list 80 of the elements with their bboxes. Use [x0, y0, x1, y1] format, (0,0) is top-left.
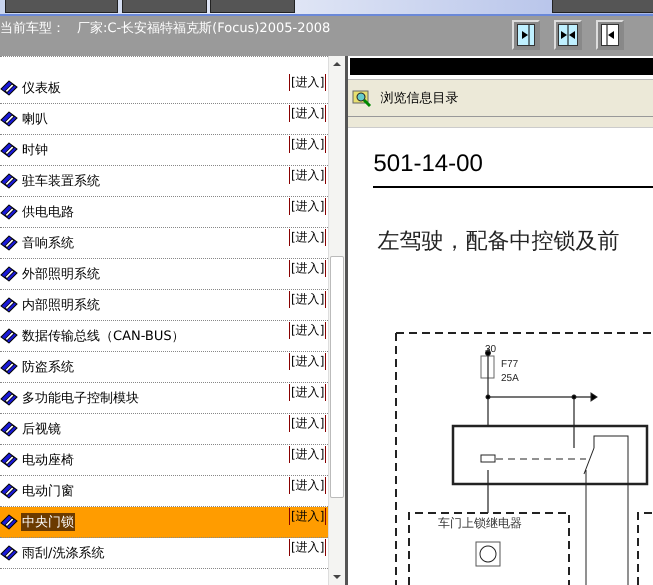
system-name: 中央门锁	[21, 513, 75, 531]
fuse-name: F77	[501, 359, 519, 370]
book-icon	[0, 514, 18, 530]
system-name: 后视镜	[21, 421, 62, 438]
system-item[interactable]: 仪表板 [进入]	[0, 73, 328, 104]
model-value: 厂家:C-长安福特福克斯(Focus)2005-2008	[77, 20, 330, 37]
system-name: 喇叭	[21, 111, 49, 128]
enter-link[interactable]: [进入]	[289, 198, 326, 215]
enter-link[interactable]: [进入]	[289, 229, 326, 246]
book-icon	[0, 390, 18, 406]
book-icon	[0, 297, 18, 313]
system-item[interactable]: 中央门锁 [进入]	[0, 507, 328, 538]
book-icon	[0, 421, 18, 437]
system-name: 防盗系统	[21, 359, 75, 376]
system-name: 电动座椅	[21, 452, 75, 469]
system-name: 多功能电子控制模块	[21, 390, 140, 407]
system-name: 数据传输总线（CAN-BUS）	[21, 328, 186, 345]
book-icon	[0, 173, 18, 189]
book-icon	[0, 80, 18, 96]
enter-link[interactable]: [进入]	[289, 291, 326, 308]
system-name: 雨刮/洗涤系统	[21, 545, 106, 562]
book-icon	[0, 359, 18, 375]
system-name: 音响系统	[21, 235, 75, 252]
system-item[interactable]: 防盗系统 [进入]	[0, 352, 328, 383]
enter-link[interactable]: [进入]	[289, 415, 326, 432]
collapse-left-button[interactable]	[596, 20, 624, 50]
enter-link[interactable]: [进入]	[289, 136, 326, 153]
toolbar-label[interactable]: 浏览信息目录	[380, 89, 458, 107]
book-icon	[0, 328, 18, 344]
system-item[interactable]: 时钟 [进入]	[0, 135, 328, 166]
system-item[interactable]: 数据传输总线（CAN-BUS） [进入]	[0, 321, 328, 352]
system-name: 供电电路	[21, 204, 75, 221]
document-title: 左驾驶，配备中控锁及前	[376, 228, 620, 256]
system-item[interactable]: 内部照明系统 [进入]	[0, 290, 328, 321]
system-name: 时钟	[21, 142, 49, 159]
book-icon	[0, 452, 18, 468]
document-code: 501-14-00	[373, 150, 653, 188]
system-name: 仪表板	[21, 80, 62, 97]
system-name: 驻车装置系统	[21, 173, 101, 190]
system-item[interactable]: 外部照明系统 [进入]	[0, 259, 328, 290]
system-item[interactable]: 多功能电子控制模块 [进入]	[0, 383, 328, 414]
enter-link[interactable]: [进入]	[289, 322, 326, 339]
model-label: 当前车型：	[0, 20, 65, 37]
relay-label: 车门上锁继电器	[438, 516, 522, 530]
system-item[interactable]: 雨刮/洗涤系统 [进入]	[0, 538, 328, 569]
book-icon	[0, 483, 18, 499]
book-icon	[0, 111, 18, 127]
enter-link[interactable]: [进入]	[289, 477, 326, 494]
split-button[interactable]	[554, 20, 582, 50]
enter-link[interactable]: [进入]	[289, 384, 326, 401]
system-name: 电动门窗	[21, 483, 75, 500]
fuse-rating: 25A	[501, 373, 520, 384]
system-item[interactable]: 后视镜 [进入]	[0, 414, 328, 445]
enter-link[interactable]: [进入]	[289, 508, 326, 525]
scrollbar[interactable]	[328, 56, 346, 585]
enter-link[interactable]: [进入]	[289, 539, 326, 556]
enter-link[interactable]: [进入]	[289, 167, 326, 184]
book-icon	[0, 266, 18, 282]
book-icon	[0, 204, 18, 220]
system-item[interactable]: 音响系统 [进入]	[0, 228, 328, 259]
book-icon	[0, 235, 18, 251]
enter-link[interactable]: [进入]	[289, 105, 326, 122]
system-item[interactable]: 供电电路 [进入]	[0, 197, 328, 228]
book-icon	[0, 545, 18, 561]
system-name: 内部照明系统	[21, 297, 101, 314]
system-item[interactable]: 驻车装置系统 [进入]	[0, 166, 328, 197]
enter-link[interactable]: [进入]	[289, 74, 326, 91]
arrow-right-icon	[517, 24, 535, 46]
enter-link[interactable]: [进入]	[289, 260, 326, 277]
enter-link[interactable]: [进入]	[289, 446, 326, 463]
folder-search-icon	[352, 88, 372, 108]
collapse-right-button[interactable]	[512, 20, 540, 50]
enter-link[interactable]: [进入]	[289, 353, 326, 370]
split-arrows-icon	[558, 24, 578, 46]
system-name: 外部照明系统	[21, 266, 101, 283]
book-icon	[0, 142, 18, 158]
system-item[interactable]: 喇叭 [进入]	[0, 104, 328, 135]
arrow-left-icon	[601, 24, 619, 46]
terminal-label: 30	[485, 344, 497, 355]
system-item[interactable]: 电动座椅 [进入]	[0, 445, 328, 476]
